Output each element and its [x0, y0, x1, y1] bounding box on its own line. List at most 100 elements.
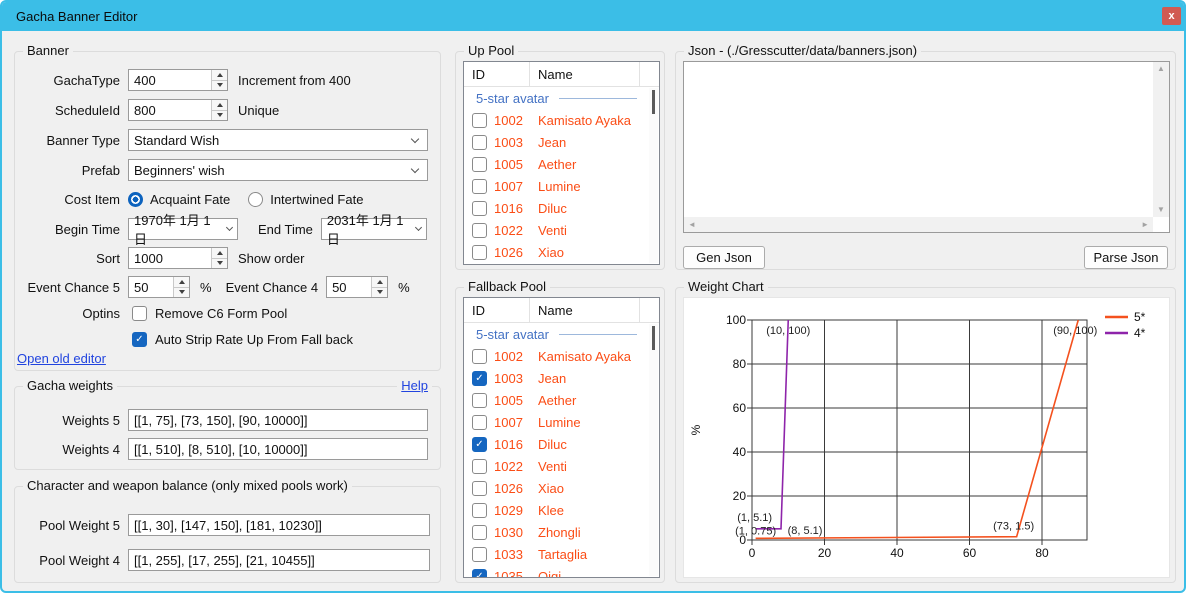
prefab-label: Prefab	[19, 163, 120, 178]
cost-item-label: Cost Item	[19, 192, 120, 207]
pool-row[interactable]: 1007Lumine	[464, 411, 659, 433]
event-chance-5-input[interactable]: 50	[128, 276, 190, 298]
intertwined-fate-radio[interactable]	[248, 192, 263, 207]
auto-strip-checkbox[interactable]: ✓	[132, 332, 147, 347]
json-vertical-scrollbar[interactable]: ▲ ▼	[1153, 62, 1169, 217]
json-horizontal-scrollbar[interactable]: ◄ ►	[684, 217, 1153, 232]
title-bar[interactable]: Gacha Banner Editor x	[2, 2, 1184, 31]
pool-scrollbar[interactable]	[649, 88, 658, 263]
end-time-picker[interactable]: 2031年 1月 1日	[321, 218, 427, 240]
pool-row[interactable]: ✓1003Jean	[464, 367, 659, 389]
pool-row[interactable]: ✓1016Diluc	[464, 433, 659, 455]
row-name: Xiao	[538, 245, 564, 260]
open-old-editor-link[interactable]: Open old editor	[17, 351, 110, 366]
banner-type-select[interactable]: Standard Wish	[128, 129, 428, 151]
spin-down-button[interactable]	[372, 287, 387, 298]
row-checkbox[interactable]: ✓	[472, 371, 487, 386]
row-checkbox[interactable]	[472, 547, 487, 562]
row-checkbox[interactable]	[472, 349, 487, 364]
fallback-pool-group-label: Fallback Pool	[464, 279, 550, 294]
pool-row[interactable]: 1016Diluc	[464, 197, 659, 219]
pool-row[interactable]: 1002Kamisato Ayaka	[464, 345, 659, 367]
spin-up-button[interactable]	[212, 100, 227, 110]
scroll-up-icon[interactable]: ▲	[1157, 65, 1165, 73]
column-header-name[interactable]: Name	[529, 298, 640, 322]
scroll-left-icon[interactable]: ◄	[688, 221, 696, 229]
prefab-select[interactable]: Beginners' wish	[128, 159, 428, 181]
spin-down-button[interactable]	[212, 110, 227, 121]
row-checkbox[interactable]: ✓	[472, 437, 487, 452]
scrollbar-thumb[interactable]	[652, 90, 655, 114]
json-textarea[interactable]	[685, 63, 1153, 217]
column-header-name[interactable]: Name	[529, 62, 640, 86]
spin-up-button[interactable]	[212, 70, 227, 80]
row-checkbox[interactable]	[472, 201, 487, 216]
row-checkbox[interactable]	[472, 113, 487, 128]
begin-time-picker[interactable]: 1970年 1月 1日	[128, 218, 238, 240]
row-checkbox[interactable]	[472, 503, 487, 518]
help-link[interactable]: Help	[397, 378, 432, 393]
pool-row[interactable]: 1030Zhongli	[464, 521, 659, 543]
row-checkbox[interactable]	[472, 525, 487, 540]
pool-weight-5-label: Pool Weight 5	[19, 518, 120, 533]
event-chance-4-input[interactable]: 50	[326, 276, 388, 298]
weights-5-input[interactable]: [[1, 75], [73, 150], [90, 10000]]	[128, 409, 428, 431]
up-pool-group-label: Up Pool	[464, 43, 518, 58]
weights-5-value: [[1, 75], [73, 150], [90, 10000]]	[134, 413, 307, 428]
event-chance-row: Event Chance 5 50 % Event Chance 4 50	[19, 276, 436, 298]
pool-row[interactable]: 1029Klee	[464, 499, 659, 521]
pool-row[interactable]: 1003Jean	[464, 131, 659, 153]
pool-row[interactable]: 1002Kamisato Ayaka	[464, 109, 659, 131]
row-name: Diluc	[538, 437, 567, 452]
row-checkbox[interactable]	[472, 415, 487, 430]
gachatype-input[interactable]: 400	[128, 69, 228, 91]
pool-row[interactable]: 1022Venti	[464, 219, 659, 241]
pool-row[interactable]: 1005Aether	[464, 153, 659, 175]
x-tick-label: 80	[1035, 546, 1049, 560]
close-button[interactable]: x	[1162, 7, 1181, 25]
spin-down-button[interactable]	[212, 258, 227, 269]
row-checkbox[interactable]	[472, 157, 487, 172]
scroll-down-icon[interactable]: ▼	[1157, 206, 1165, 214]
scheduleid-input[interactable]: 800	[128, 99, 228, 121]
pool-weight-5-input[interactable]: [[1, 30], [147, 150], [181, 10230]]	[128, 514, 430, 536]
row-checkbox[interactable]	[472, 135, 487, 150]
pool-row[interactable]: 1007Lumine	[464, 175, 659, 197]
pool-row[interactable]: 1005Aether	[464, 389, 659, 411]
row-checkbox[interactable]	[472, 459, 487, 474]
weights-4-input[interactable]: [[1, 510], [8, 510], [10, 10000]]	[128, 438, 428, 460]
scrollbar-thumb[interactable]	[652, 326, 655, 350]
pool-weight-4-input[interactable]: [[1, 255], [17, 255], [21, 10455]]	[128, 549, 430, 571]
row-checkbox[interactable]	[472, 223, 487, 238]
spin-up-button[interactable]	[372, 277, 387, 287]
spin-down-button[interactable]	[174, 287, 189, 298]
scroll-right-icon[interactable]: ►	[1141, 221, 1149, 229]
pool-row[interactable]: 1033Tartaglia	[464, 543, 659, 565]
column-header-id[interactable]: ID	[464, 298, 529, 322]
row-name: Jean	[538, 135, 566, 150]
pool-row[interactable]: 1026Xiao	[464, 477, 659, 499]
acquaint-fate-radio[interactable]	[128, 192, 143, 207]
weight-chart-group: Weight Chart 020406080020406080100%(10, …	[675, 287, 1176, 583]
spin-up-button[interactable]	[174, 277, 189, 287]
remove-c6-checkbox[interactable]	[132, 306, 147, 321]
spin-up-button[interactable]	[212, 248, 227, 258]
pool-row[interactable]: 1022Venti	[464, 455, 659, 477]
chart-annotation: (10, 100)	[766, 325, 810, 337]
row-checkbox[interactable]	[472, 245, 487, 260]
event-chance-5-label: Event Chance 5	[19, 280, 120, 295]
end-time-label: End Time	[258, 222, 313, 237]
gachatype-row: GachaType 400 Increment from 400	[19, 69, 436, 91]
sort-input[interactable]: 1000	[128, 247, 228, 269]
row-checkbox[interactable]	[472, 179, 487, 194]
gen-json-button[interactable]: Gen Json	[683, 246, 765, 269]
column-header-id[interactable]: ID	[464, 62, 529, 86]
row-checkbox[interactable]	[472, 481, 487, 496]
spin-down-button[interactable]	[212, 80, 227, 91]
parse-json-button[interactable]: Parse Json	[1084, 246, 1168, 269]
pool-row[interactable]: 1026Xiao	[464, 241, 659, 263]
pool-scrollbar[interactable]	[649, 324, 658, 576]
pool-row[interactable]: ✓1035Qiqi	[464, 565, 659, 578]
row-checkbox[interactable]	[472, 393, 487, 408]
row-checkbox[interactable]: ✓	[472, 569, 487, 579]
